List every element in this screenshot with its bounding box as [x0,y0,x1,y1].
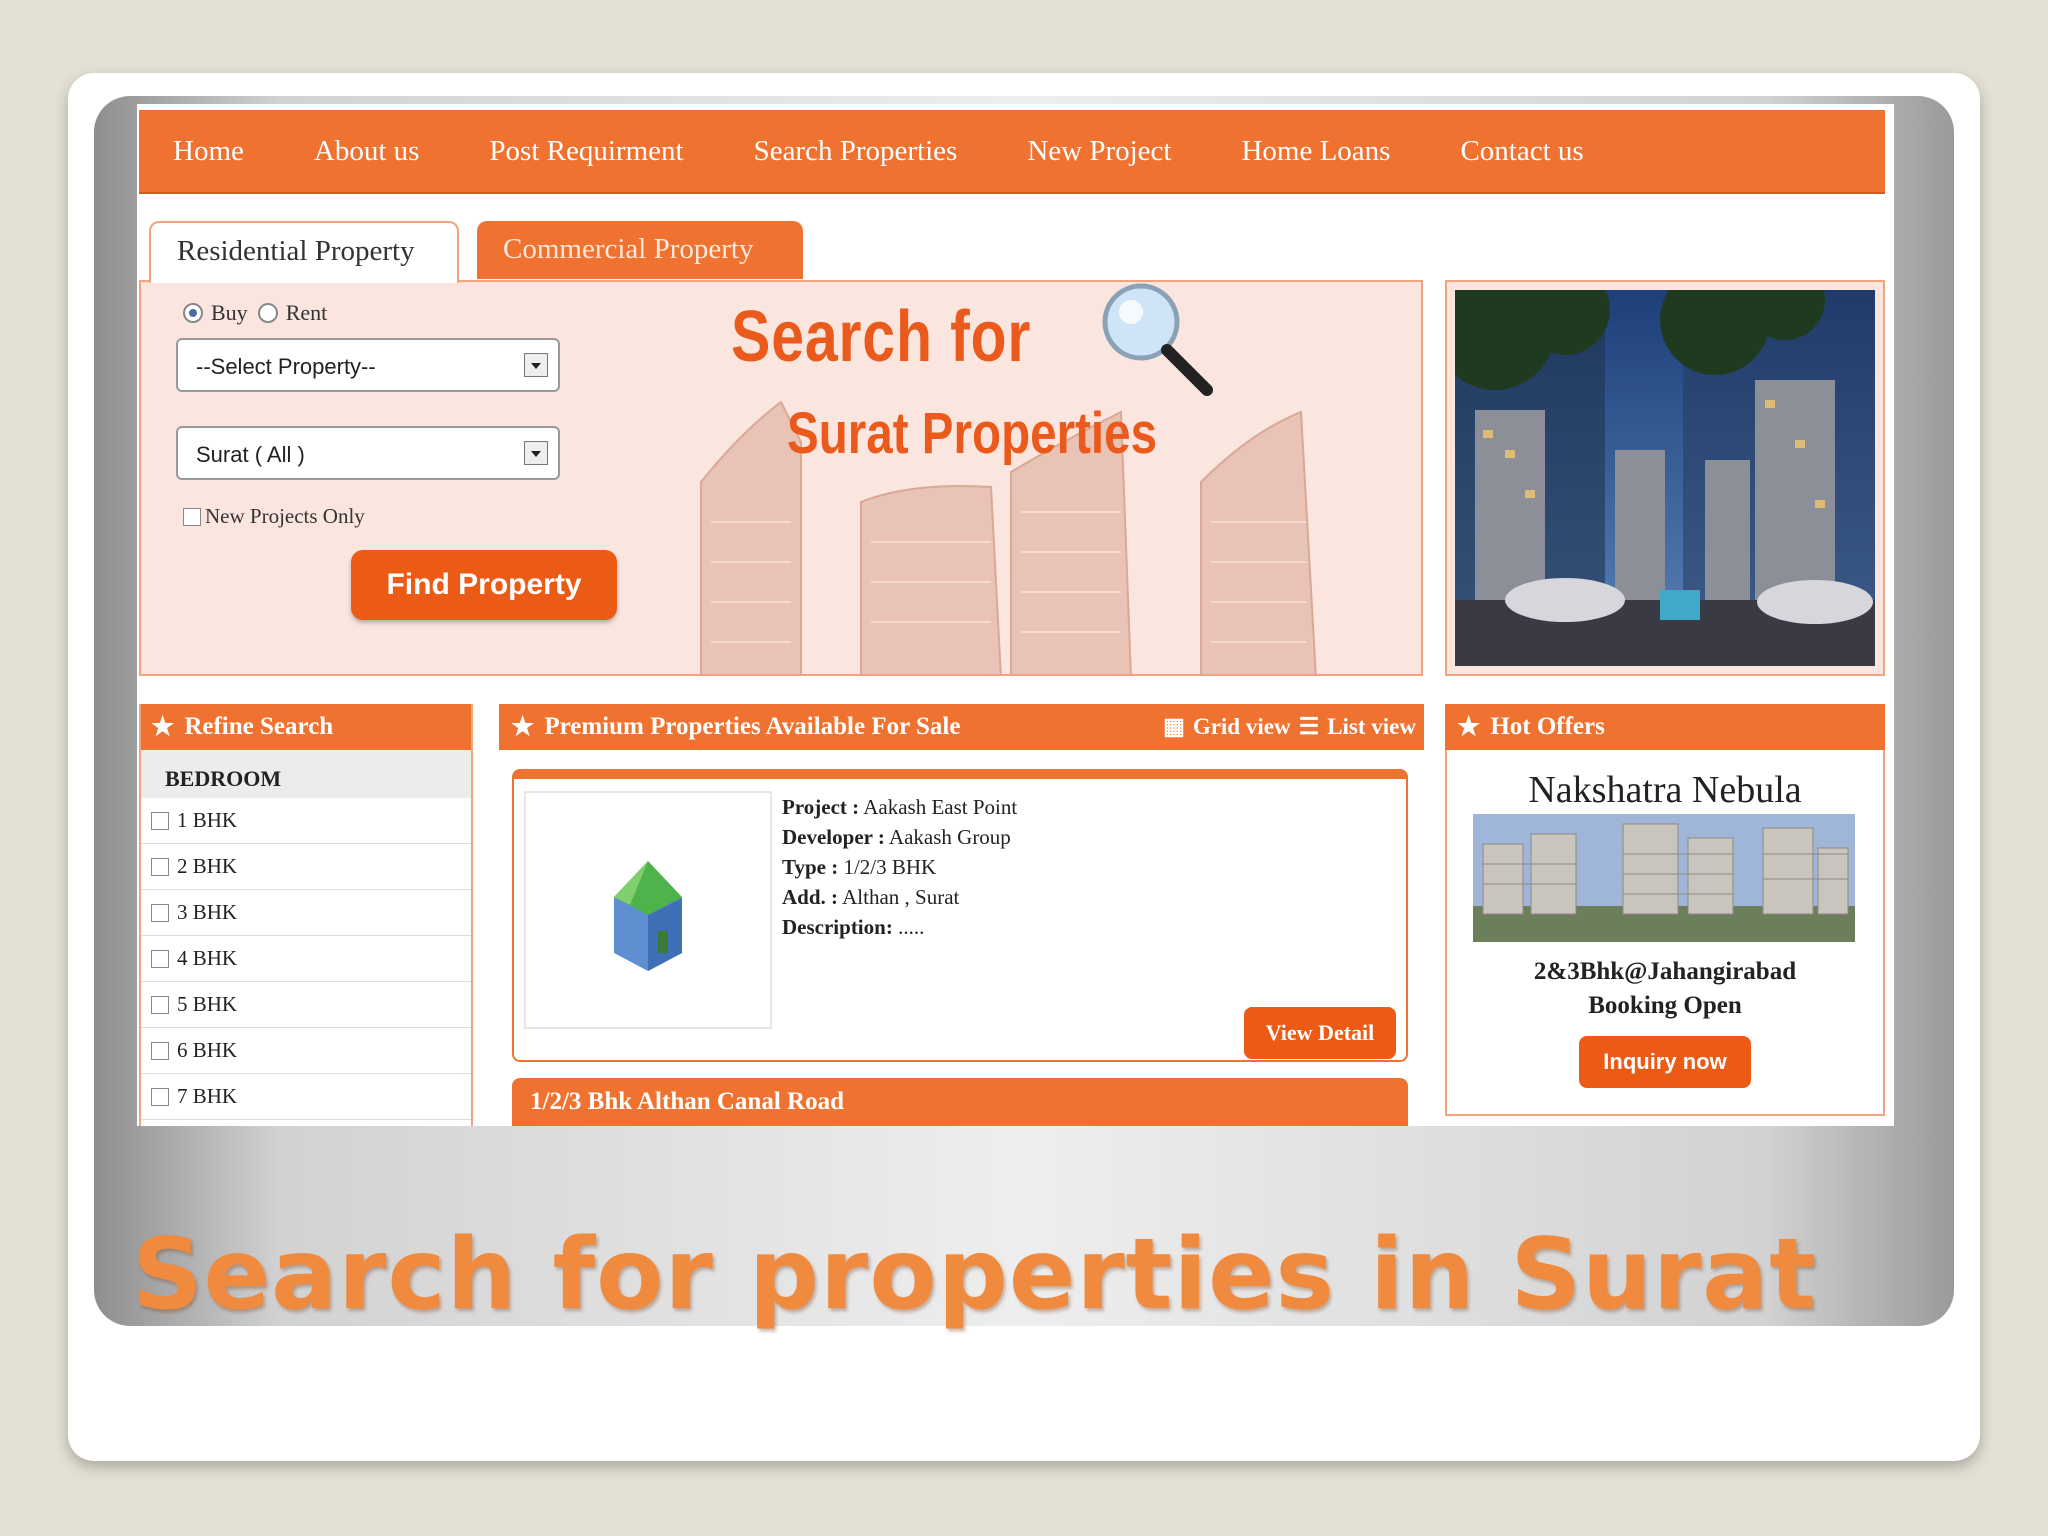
bhk-option[interactable]: 5 BHK [141,982,471,1028]
buy-radio[interactable] [183,303,203,323]
star-icon: ★ [511,712,535,741]
description-row: Description: ..... [782,915,924,940]
rent-label: Rent [285,300,328,325]
offer-config: 2&3Bhk@Jahangirabad [1533,958,1797,985]
nav-search-properties[interactable]: Search Properties [754,135,958,168]
magnifier-icon [1102,283,1213,396]
bhk-label: 4 BHK [177,946,238,970]
bhk-option[interactable]: 4 BHK [141,936,471,982]
main-nav: Home About us Post Requirment Search Pro… [139,110,1885,194]
bhk-label: 6 BHK [177,1038,238,1062]
hot-offer-card: Nakshatra Nebula 2&3Bhk@Jahangirabad Boo… [1445,750,1885,1116]
tab-commercial-property[interactable]: Commercial Property [477,221,803,279]
bhk-label: 7 BHK [177,1084,238,1108]
refine-search-panel: BEDROOM 1 BHK 2 BHK 3 BHK 4 BHK 5 BHK 6 … [139,704,473,1126]
checkbox[interactable] [151,995,169,1014]
buy-label: Buy [211,300,248,325]
buy-rent-toggle: Buy Rent [183,300,327,326]
nav-about-us[interactable]: About us [314,135,420,168]
slide-caption: Search for properties in Surat [132,1218,1818,1332]
hot-offers-header: ★ Hot Offers [1445,704,1885,750]
next-listing-header[interactable]: 1/2/3 Bhk Althan Canal Road [512,1078,1408,1126]
website-screenshot: Home About us Post Requirment Search Pro… [137,104,1894,1126]
field-label: Developer : [782,825,885,849]
field-label: Project : [782,795,860,819]
premium-properties-title: Premium Properties Available For Sale [544,713,961,740]
nav-home-loans[interactable]: Home Loans [1241,135,1390,168]
project-name: Aakash East Point [863,795,1018,819]
developer-name: Aakash Group [888,825,1011,849]
list-view-icon[interactable]: ☰ [1299,714,1320,740]
city-value: Surat ( All ) [196,442,305,467]
list-view-link[interactable]: List view [1327,714,1416,740]
bhk-label: 5 BHK [177,992,238,1016]
field-label: Add. : [782,885,839,909]
checkbox[interactable] [151,857,169,876]
chevron-down-icon [524,353,548,377]
bedroom-header: BEDROOM [141,750,471,798]
bhk-label: 3 BHK [177,900,238,924]
grid-view-icon[interactable]: ▦ [1163,714,1185,740]
checkbox[interactable] [151,949,169,968]
new-projects-checkbox[interactable] [183,507,201,526]
offer-project-name: Nakshatra Nebula [1528,769,1802,811]
bhk-label: 2 BHK [177,854,238,878]
address-row: Add. : Althan , Surat [782,885,959,910]
nav-post-requirement[interactable]: Post Requirment [489,135,683,168]
property-thumbnail [524,791,772,1029]
checkbox[interactable] [151,1041,169,1060]
bhk-label: 1 BHK [177,808,238,832]
bhk-option[interactable]: 2 BHK [141,844,471,890]
field-label: Description: [782,915,893,939]
property-search-panel: Search for Surat Properties Buy Rent --S… [139,280,1423,676]
property-address: Althan , Surat [842,885,960,909]
nav-home[interactable]: Home [173,135,244,168]
nav-new-project[interactable]: New Project [1027,135,1171,168]
nav-contact-us[interactable]: Contact us [1460,135,1583,168]
tab-residential-property[interactable]: Residential Property [149,221,459,283]
project-row: Project : Aakash East Point [782,795,1017,820]
new-projects-label: New Projects Only [205,504,365,528]
view-detail-button[interactable]: View Detail [1244,1007,1396,1059]
find-property-button[interactable]: Find Property [351,550,617,620]
checkbox[interactable] [151,903,169,922]
offer-building-image [1473,814,1855,942]
developer-row: Developer : Aakash Group [782,825,1011,850]
view-toggle: ▦ Grid view ☰ List view [1163,704,1416,750]
property-type-select[interactable]: --Select Property-- [176,338,560,392]
rent-radio[interactable] [257,303,278,323]
star-icon: ★ [1457,712,1481,741]
hero-heading: Search for [731,297,1032,377]
new-projects-filter: New Projects Only [183,504,365,529]
bhk-option[interactable]: 7 BHK [141,1074,471,1120]
hero-subheading: Surat Properties [787,401,1158,466]
house-icon [614,861,682,971]
grid-view-link[interactable]: Grid view [1193,714,1291,740]
bhk-option[interactable]: 3 BHK [141,890,471,936]
checkbox[interactable] [151,811,169,830]
bhk-option[interactable]: 1 BHK [141,798,471,844]
property-type-value: --Select Property-- [196,354,376,379]
offer-status: Booking Open [1588,992,1742,1019]
property-listing-card: Project : Aakash East Point Developer : … [512,769,1408,1062]
chevron-down-icon [524,441,548,465]
inquiry-now-button[interactable]: Inquiry now [1579,1036,1751,1088]
field-label: Type : [782,855,839,879]
building-render-image [1435,260,1875,666]
bhk-option[interactable]: 6 BHK [141,1028,471,1074]
city-select[interactable]: Surat ( All ) [176,426,560,480]
hot-offers-title: Hot Offers [1490,713,1605,740]
type-row: Type : 1/2/3 BHK [782,855,936,880]
property-type: 1/2/3 BHK [843,855,937,879]
property-description: ..... [898,915,925,939]
featured-building-photo [1435,260,1885,676]
checkbox[interactable] [151,1087,169,1106]
premium-properties-header: ★ Premium Properties Available For Sale … [499,704,1424,750]
